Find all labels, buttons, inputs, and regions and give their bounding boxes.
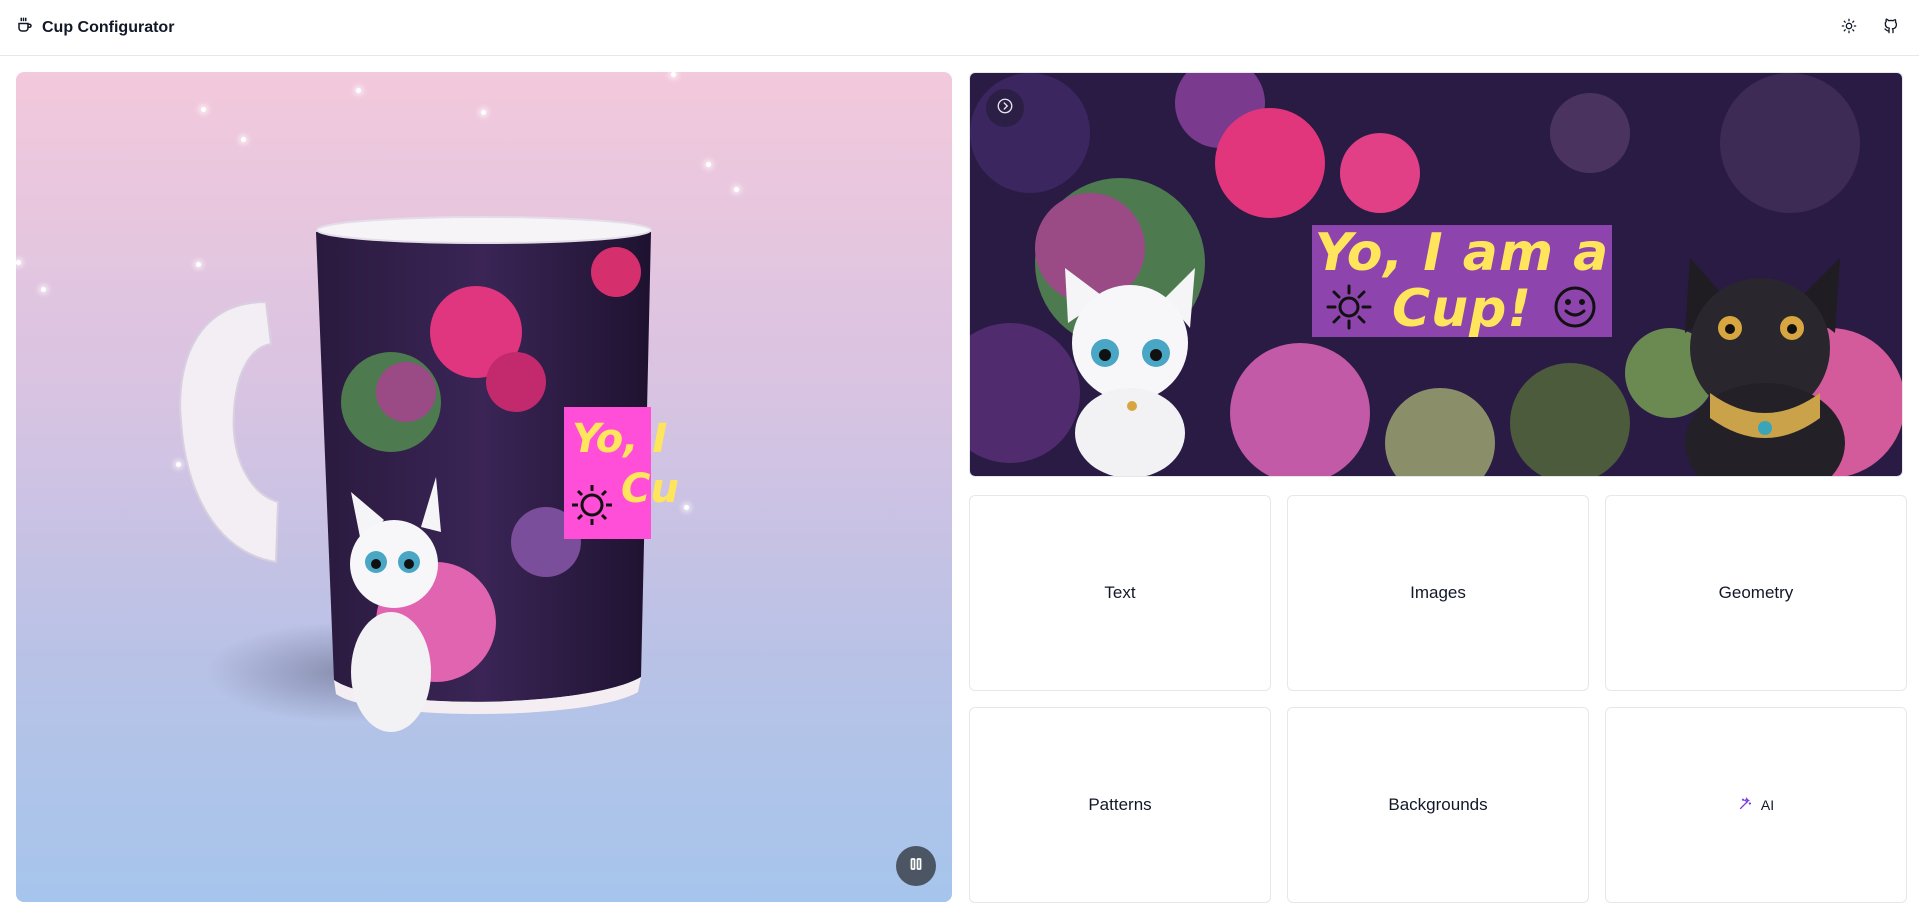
text-tile[interactable]: Text (969, 495, 1271, 691)
cup-label-line-1: Yo, I (572, 416, 667, 462)
pause-icon (909, 857, 923, 876)
images-tile[interactable]: Images (1287, 495, 1589, 691)
geometry-tile[interactable]: Geometry (1605, 495, 1907, 691)
backgrounds-tile[interactable]: Backgrounds (1287, 707, 1589, 903)
sun-icon (1326, 284, 1372, 335)
github-link-button[interactable] (1877, 14, 1905, 42)
sun-icon (1841, 18, 1857, 39)
theme-toggle-button[interactable] (1835, 14, 1863, 42)
preview-toggle-button[interactable] (986, 89, 1024, 127)
patterns-tile[interactable]: Patterns (969, 707, 1271, 903)
banner-line-2: Cup! (1391, 279, 1533, 339)
cup-label-line-2: Cu (621, 466, 679, 512)
3d-viewer[interactable]: Yo, I Cu (16, 72, 952, 902)
ai-tile[interactable]: AI (1605, 707, 1907, 903)
images-tile-label: Images (1410, 583, 1466, 602)
cup-model: Yo, I Cu (179, 216, 679, 732)
top-bar: Cup Configurator (0, 0, 1919, 56)
coffee-cup-icon (16, 16, 34, 39)
pause-rotation-button[interactable] (896, 846, 936, 886)
option-tiles: Text Images Geometry Patterns Background… (969, 495, 1907, 903)
texture-preview: Yo, I am a Cup! (969, 72, 1903, 477)
smiley-icon (1552, 284, 1598, 335)
chevron-right-circle-icon (996, 97, 1014, 120)
preview-banner: Yo, I am a Cup! (1312, 225, 1612, 337)
github-icon (1883, 17, 1899, 39)
brand: Cup Configurator (16, 16, 174, 39)
backgrounds-tile-label: Backgrounds (1388, 795, 1488, 814)
text-tile-label: Text (1104, 583, 1136, 602)
app-title: Cup Configurator (42, 18, 175, 36)
magic-wand-icon (1738, 796, 1753, 814)
ai-tile-label: AI (1760, 797, 1775, 813)
banner-line-1: Yo, I am a (1314, 223, 1610, 283)
patterns-tile-label: Patterns (1088, 795, 1152, 814)
geometry-tile-label: Geometry (1718, 583, 1794, 602)
